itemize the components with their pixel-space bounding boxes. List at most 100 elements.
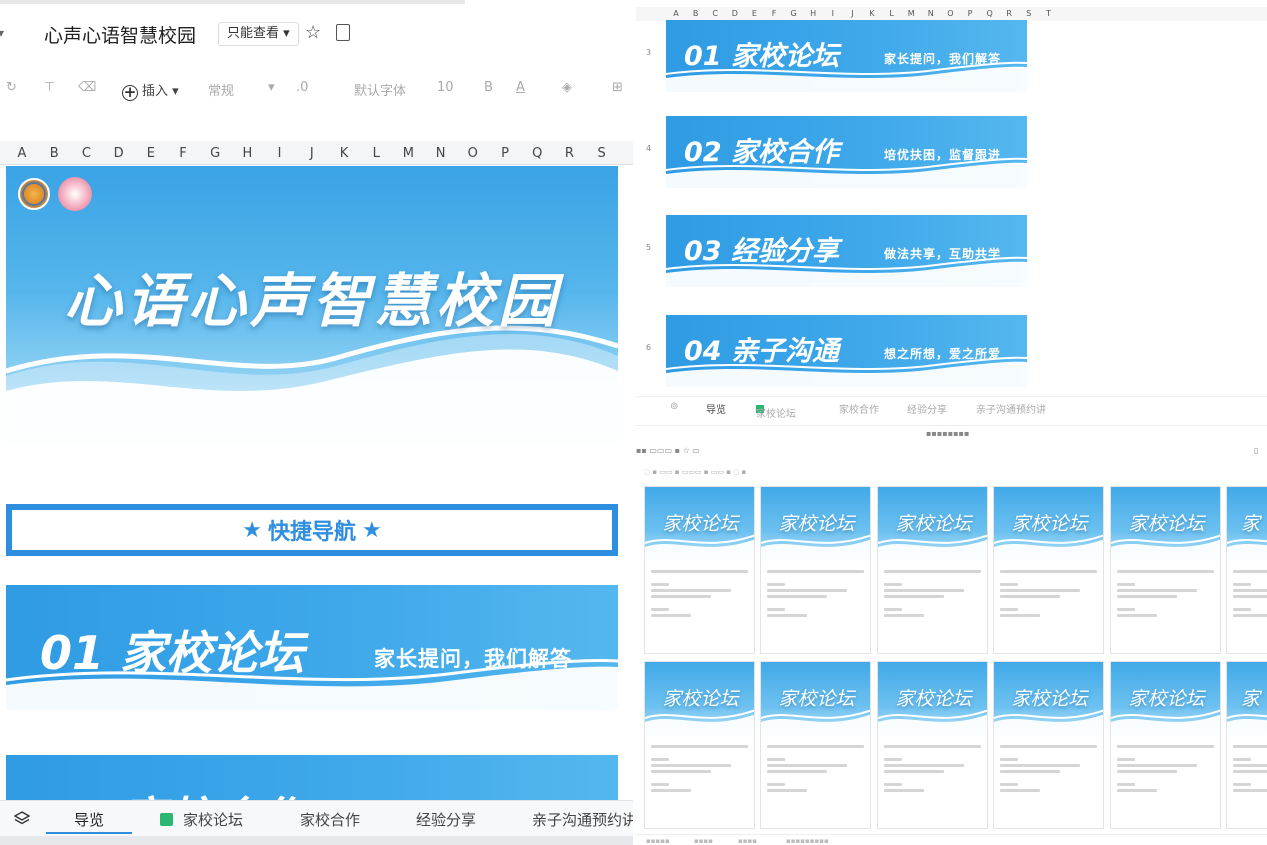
column-letter[interactable]: Q: [532, 146, 542, 161]
column-letter[interactable]: B: [693, 9, 699, 18]
sheet-tab-overview[interactable]: 导览: [74, 809, 104, 830]
column-letter[interactable]: E: [147, 146, 155, 161]
nav-banner-forum[interactable]: 01 家校论坛 家长提问，我们解答: [6, 585, 618, 710]
column-header: A B C D E F G H I J K L M N O P Q R S: [0, 141, 633, 165]
back-chevron-icon[interactable]: ▾: [0, 26, 4, 40]
forum-post-card[interactable]: 家: [1226, 661, 1267, 829]
layers-icon[interactable]: ⊚: [670, 401, 678, 412]
column-letter[interactable]: E: [752, 9, 757, 18]
forum-post-card[interactable]: 家校论坛: [877, 486, 988, 654]
nav-banner-2[interactable]: 02 家校合作 培优扶困，监督跟进: [666, 116, 1027, 188]
border-icon[interactable]: ⊞: [612, 80, 623, 95]
column-letter[interactable]: M: [403, 146, 414, 161]
forum-post-card[interactable]: 家校论坛: [877, 661, 988, 829]
column-letter[interactable]: A: [673, 9, 678, 18]
sheet-tab-overview[interactable]: 导览: [706, 401, 726, 416]
forum-post-card[interactable]: 家校论坛: [993, 661, 1104, 829]
sheet-tab-cooperation[interactable]: 家校合作: [300, 809, 360, 830]
column-letter[interactable]: T: [1046, 9, 1051, 18]
column-letter[interactable]: B: [50, 146, 59, 161]
row-number[interactable]: 5: [646, 243, 651, 252]
row-number[interactable]: 3: [646, 48, 651, 57]
fill-color-icon[interactable]: ◈: [562, 80, 572, 95]
number-format-select[interactable]: 常规: [208, 80, 234, 99]
column-letter[interactable]: N: [928, 9, 934, 18]
column-letter[interactable]: D: [732, 9, 738, 18]
document-icon[interactable]: [336, 24, 350, 41]
bold-button[interactable]: B: [484, 80, 493, 95]
column-letter[interactable]: C: [712, 9, 718, 18]
quick-nav-box[interactable]: ★ 快捷导航 ★: [6, 504, 618, 556]
column-letter[interactable]: M: [908, 9, 915, 18]
sheet-tab-cooperation[interactable]: 家校合作: [839, 401, 879, 416]
sheet-tab-parent-child[interactable]: 亲子沟通预约讲: [532, 809, 633, 830]
title-bar: ▾ 心声心语智慧校园 只能查看 ▾ ☆: [0, 16, 633, 52]
column-letter[interactable]: F: [772, 9, 777, 18]
column-letter[interactable]: K: [869, 9, 874, 18]
sheet-tab-forum[interactable]: 家校论坛: [160, 809, 243, 830]
column-letter[interactable]: P: [968, 9, 973, 18]
card-body-blurred: [645, 561, 754, 617]
forum-post-card[interactable]: 家校论坛: [1110, 486, 1221, 654]
star-icon[interactable]: ☆: [305, 22, 321, 43]
column-letter[interactable]: R: [565, 146, 574, 161]
forum-post-card[interactable]: 家校论坛: [760, 661, 871, 829]
column-letter[interactable]: S: [597, 146, 605, 161]
insert-button[interactable]: + 插入 ▾: [122, 80, 179, 101]
font-color-button[interactable]: A: [516, 80, 525, 95]
view-mode-dropdown[interactable]: 只能查看 ▾: [218, 22, 299, 46]
nav-banner-4[interactable]: 04 亲子沟通 想之所想，爱之所爱: [666, 315, 1027, 387]
column-letter[interactable]: R: [1006, 9, 1012, 18]
sheet-tab-parent-child[interactable]: 亲子沟通预约讲: [976, 401, 1046, 416]
column-letter[interactable]: F: [179, 146, 186, 161]
column-letter[interactable]: L: [373, 146, 380, 161]
column-letter[interactable]: J: [310, 146, 314, 161]
column-letter[interactable]: K: [340, 146, 349, 161]
sheet-tab-bar: ⊚ 导览 家校论坛 家校合作 经验分享 亲子沟通预约讲: [636, 396, 1267, 420]
column-letter[interactable]: G: [210, 146, 220, 161]
layers-icon[interactable]: [14, 810, 30, 826]
column-letter[interactable]: Q: [986, 9, 992, 18]
column-letter[interactable]: J: [851, 9, 853, 18]
column-letter[interactable]: N: [436, 146, 446, 161]
eraser-icon[interactable]: ⌫: [78, 80, 96, 95]
font-family-select[interactable]: 默认字体: [354, 80, 406, 99]
column-letter[interactable]: O: [468, 146, 478, 161]
card-title: 家校论坛: [1128, 513, 1205, 535]
forum-post-card[interactable]: 家校论坛: [644, 661, 755, 829]
column-letter[interactable]: A: [18, 146, 27, 161]
column-letter[interactable]: H: [810, 9, 816, 18]
column-letter[interactable]: S: [1026, 9, 1031, 18]
hero-banner: 心语心声智慧校园: [6, 166, 618, 446]
forum-post-card[interactable]: 家: [1226, 486, 1267, 654]
card-header-image: 家校论坛: [994, 487, 1103, 561]
column-letter[interactable]: G: [790, 9, 796, 18]
forum-post-card[interactable]: 家校论坛: [1110, 661, 1221, 829]
column-letter[interactable]: L: [889, 9, 893, 18]
sheet-tab-experience[interactable]: 经验分享: [907, 401, 947, 416]
card-header-image: 家校论坛: [994, 662, 1103, 736]
format-painter-icon[interactable]: ⊤: [44, 80, 55, 95]
column-letter[interactable]: I: [278, 146, 282, 161]
row-number[interactable]: 6: [646, 343, 651, 352]
nav-banner-3[interactable]: 03 经验分享 做法共享，互助共学: [666, 215, 1027, 287]
column-letter[interactable]: O: [947, 9, 953, 18]
column-letter[interactable]: H: [243, 146, 253, 161]
forum-post-card[interactable]: 家校论坛: [993, 486, 1104, 654]
column-letter[interactable]: D: [114, 146, 124, 161]
banner-subtitle: 培优扶困，监督跟进: [884, 148, 1002, 162]
forum-post-card[interactable]: 家校论坛: [644, 486, 755, 654]
row-number[interactable]: 4: [646, 144, 651, 153]
redo-icon[interactable]: ↻: [6, 80, 17, 95]
column-letter[interactable]: I: [832, 9, 834, 18]
format-chevron-icon[interactable]: ▾: [268, 80, 275, 95]
window-title-blurred: ▪▪▪▪▪▪▪▪: [926, 429, 970, 438]
column-letter[interactable]: P: [501, 146, 509, 161]
sheet-tab-experience[interactable]: 经验分享: [416, 809, 476, 830]
card-header-image: 家校论坛: [645, 662, 754, 736]
column-letter[interactable]: C: [82, 146, 91, 161]
nav-banner-1[interactable]: 01 家校论坛 家长提问，我们解答: [666, 20, 1027, 92]
forum-post-card[interactable]: 家校论坛: [760, 486, 871, 654]
font-size-select[interactable]: 10: [437, 80, 454, 95]
decimal-button[interactable]: .0: [296, 80, 308, 95]
